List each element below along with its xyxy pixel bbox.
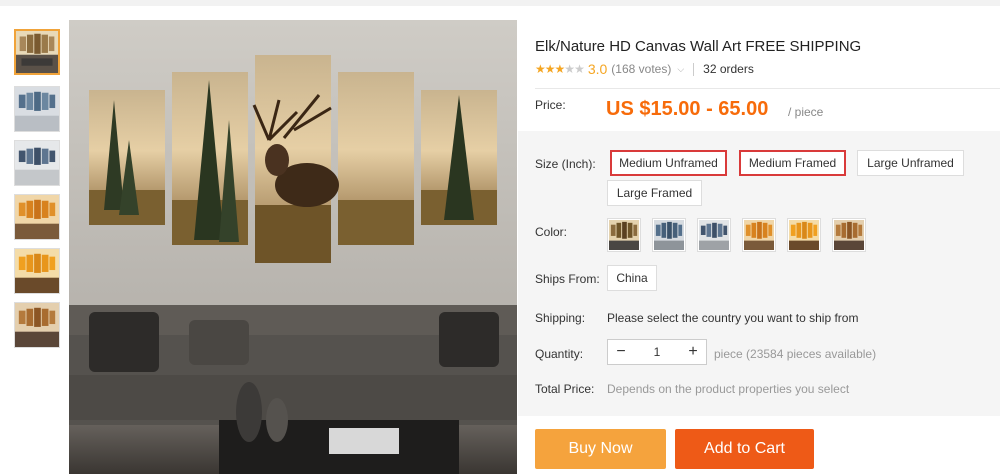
size-option-large-framed[interactable]: Large Framed — [607, 180, 702, 206]
star-icon: ★ — [554, 62, 566, 76]
color-swatch-2[interactable] — [652, 218, 686, 252]
price-value: US $15.00 - 65.00 — [606, 98, 769, 120]
star-empty-icon: ★ — [574, 62, 585, 76]
add-to-cart-button[interactable]: Add to Cart — [675, 429, 814, 469]
product-title: Elk/Nature HD Canvas Wall Art FREE SHIPP… — [535, 38, 862, 55]
thumbnail-5[interactable] — [14, 248, 60, 294]
color-label: Color: — [535, 225, 568, 239]
ships-from-china[interactable]: China — [607, 265, 657, 291]
main-product-image[interactable] — [69, 20, 517, 474]
color-swatch-1[interactable] — [607, 218, 641, 252]
quantity-availability: piece (23584 pieces available) — [714, 347, 877, 361]
size-option-medium-framed[interactable]: Medium Framed — [739, 150, 846, 176]
thumbnail-6[interactable] — [14, 302, 60, 348]
rating-row: ★★★★★ 3.0 (168 votes) ⌵ 32 orders — [535, 60, 754, 78]
star-icon: ★ — [544, 62, 556, 76]
thumbnail-2[interactable] — [14, 86, 60, 132]
color-swatch-5[interactable] — [787, 218, 821, 252]
price-unit: / piece — [788, 105, 824, 119]
star-empty-icon: ★ — [564, 62, 575, 76]
size-label: Size (Inch): — [535, 157, 596, 171]
minus-icon[interactable]: − — [608, 340, 634, 364]
star-rating: ★★★★★ — [535, 62, 585, 76]
buy-now-button[interactable]: Buy Now — [535, 429, 666, 469]
thumbnail-4[interactable] — [14, 194, 60, 240]
shipping-message: Please select the country you want to sh… — [607, 311, 859, 325]
total-price-label: Total Price: — [535, 382, 595, 396]
ships-from-label: Ships From: — [535, 272, 600, 286]
quantity-input[interactable]: 1 — [634, 345, 680, 359]
divider — [693, 62, 695, 76]
divider — [535, 88, 1000, 89]
quantity-label: Quantity: — [535, 347, 584, 361]
plus-icon[interactable]: + — [680, 340, 706, 364]
thumbnail-1[interactable] — [14, 29, 60, 75]
shipping-label: Shipping: — [535, 311, 586, 325]
chevron-down-icon[interactable]: ⌵ — [677, 64, 684, 75]
color-swatch-4[interactable] — [742, 218, 776, 252]
total-price-message: Depends on the product properties you se… — [607, 382, 850, 396]
price-label: Price: — [535, 98, 566, 112]
rating-value: 3.0 — [587, 61, 608, 77]
size-option-large-unframed[interactable]: Large Unframed — [857, 150, 964, 176]
quantity-stepper: − 1 + — [607, 339, 707, 365]
thumbnail-3[interactable] — [14, 140, 60, 186]
color-swatch-3[interactable] — [697, 218, 731, 252]
product-page: Elk/Nature HD Canvas Wall Art FREE SHIPP… — [0, 6, 1000, 476]
color-swatch-6[interactable] — [832, 218, 866, 252]
orders-count: 32 orders — [703, 62, 754, 76]
size-option-medium-unframed[interactable]: Medium Unframed — [610, 150, 727, 176]
votes-count[interactable]: (168 votes) — [611, 62, 671, 76]
star-icon: ★ — [535, 62, 546, 76]
